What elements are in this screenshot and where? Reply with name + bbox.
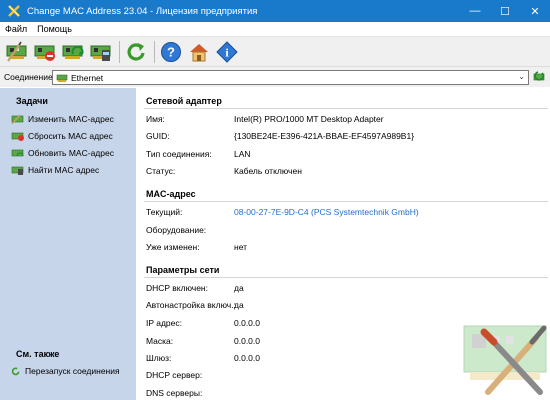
maximize-button[interactable]: ☐ xyxy=(490,0,520,22)
section-divider xyxy=(144,201,548,202)
reset-mac-button[interactable] xyxy=(32,39,58,65)
network-card-search-icon xyxy=(11,166,24,175)
refresh-icon xyxy=(127,42,145,60)
home-button[interactable] xyxy=(186,39,212,65)
connection-bar: Соединение: Ethernet ⌄ xyxy=(0,67,550,87)
network-card-update-icon xyxy=(62,45,84,59)
adapter-status-value: Кабель отключен xyxy=(234,166,302,176)
dhcp-enabled-value: да xyxy=(234,283,244,293)
adapter-guid-label: GUID: xyxy=(146,131,170,141)
adapter-section-title: Сетевой адаптер xyxy=(146,96,222,106)
see-also-label: Перезапуск соединения xyxy=(25,366,120,376)
subnet-mask-value: 0.0.0.0 xyxy=(234,336,260,346)
restart-button[interactable] xyxy=(123,39,149,65)
adapter-guid-value: {130BE24E-E396-421A-BBAE-EF4597A989B1} xyxy=(234,131,415,141)
minimize-button[interactable]: — xyxy=(460,0,490,22)
task-label: Найти MAC адрес xyxy=(28,165,100,175)
network-section-title: Параметры сети xyxy=(146,265,220,275)
task-update-mac[interactable]: Обновить MAC-адрес xyxy=(11,147,114,159)
connection-select[interactable]: Ethernet ⌄ xyxy=(52,70,529,85)
network-card-reset-icon xyxy=(34,45,55,61)
adapter-type-label: Тип соединения: xyxy=(146,149,212,159)
task-find-mac[interactable]: Найти MAC адрес xyxy=(11,164,99,176)
app-icon xyxy=(8,5,20,17)
network-card-edit-icon xyxy=(6,41,27,62)
refresh-icon xyxy=(11,367,20,376)
task-label: Обновить MAC-адрес xyxy=(28,148,114,158)
mac-current-label: Текущий: xyxy=(146,207,183,217)
mac-changed-label: Уже изменен: xyxy=(146,242,200,252)
gateway-label: Шлюз: xyxy=(146,353,172,363)
task-label: Сбросить MAC адрес xyxy=(28,131,113,141)
toolbar-separator xyxy=(154,40,155,63)
link-restart-connection[interactable]: Перезапуск соединения xyxy=(11,365,120,377)
title-bar: Change MAC Address 23.04 - Лицензия пред… xyxy=(0,0,550,22)
mac-changed-value: нет xyxy=(234,242,248,252)
toolbar: ? i xyxy=(0,37,550,67)
info-button[interactable]: i xyxy=(214,39,240,65)
autoconfig-value: да xyxy=(234,300,244,310)
menu-bar: Файл Помощь xyxy=(0,22,550,37)
adapter-name-value: Intel(R) PRO/1000 MT Desktop Adapter xyxy=(234,114,384,124)
dhcp-server-label: DHCP сервер: xyxy=(146,370,203,380)
network-card-reset-icon xyxy=(11,132,24,141)
connection-label: Соединение: xyxy=(4,72,56,82)
mac-current-value[interactable]: 08-00-27-7E-9D-C4 (PCS Systemtechnik Gmb… xyxy=(234,207,419,217)
adapter-type-value: LAN xyxy=(234,149,251,159)
task-reset-mac[interactable]: Сбросить MAC адрес xyxy=(11,130,113,142)
find-mac-button[interactable] xyxy=(88,39,114,65)
see-also-heading: См. также xyxy=(16,349,60,359)
autoconfig-label: Автонастройка включ.: xyxy=(146,300,236,310)
close-button[interactable]: ✕ xyxy=(520,0,550,22)
help-button[interactable]: ? xyxy=(158,39,184,65)
network-card-update-icon xyxy=(11,149,24,157)
tasks-heading: Задачи xyxy=(16,96,48,106)
task-change-mac[interactable]: Изменить MAC-адрес xyxy=(11,113,114,125)
info-icon: i xyxy=(216,40,238,63)
ip-address-value: 0.0.0.0 xyxy=(234,318,260,328)
task-label: Изменить MAC-адрес xyxy=(28,114,114,124)
mac-section-title: MAC-адрес xyxy=(146,189,196,199)
update-mac-button[interactable] xyxy=(60,39,86,65)
network-card-tools-watermark xyxy=(463,325,547,395)
dhcp-enabled-label: DHCP включен: xyxy=(146,283,208,293)
change-mac-button[interactable] xyxy=(4,39,30,65)
ip-address-label: IP адрес: xyxy=(146,318,182,328)
section-divider xyxy=(144,108,548,109)
home-icon xyxy=(190,43,208,61)
toolbar-separator xyxy=(119,40,120,63)
dns-servers-label: DNS серверы: xyxy=(146,388,203,398)
network-card-edit-icon xyxy=(11,114,24,124)
chevron-down-icon: ⌄ xyxy=(518,72,525,81)
section-divider xyxy=(144,277,548,278)
svg-text:?: ? xyxy=(167,44,175,59)
adapter-status-label: Статус: xyxy=(146,166,176,176)
window-title: Change MAC Address 23.04 - Лицензия пред… xyxy=(27,5,258,17)
menu-help[interactable]: Помощь xyxy=(32,22,77,37)
refresh-connections-icon[interactable] xyxy=(533,70,547,84)
mac-hardware-label: Оборудование: xyxy=(146,225,207,235)
adapter-name-label: Имя: xyxy=(146,114,165,124)
network-card-search-icon xyxy=(90,45,111,61)
subnet-mask-label: Маска: xyxy=(146,336,174,346)
menu-file[interactable]: Файл xyxy=(0,22,32,37)
ethernet-icon xyxy=(56,74,68,82)
gateway-value: 0.0.0.0 xyxy=(234,353,260,363)
sidebar: Задачи Изменить MAC-адрес Сбросить MAC а… xyxy=(0,88,136,400)
help-icon: ? xyxy=(161,41,181,62)
connection-value: Ethernet xyxy=(71,72,104,83)
